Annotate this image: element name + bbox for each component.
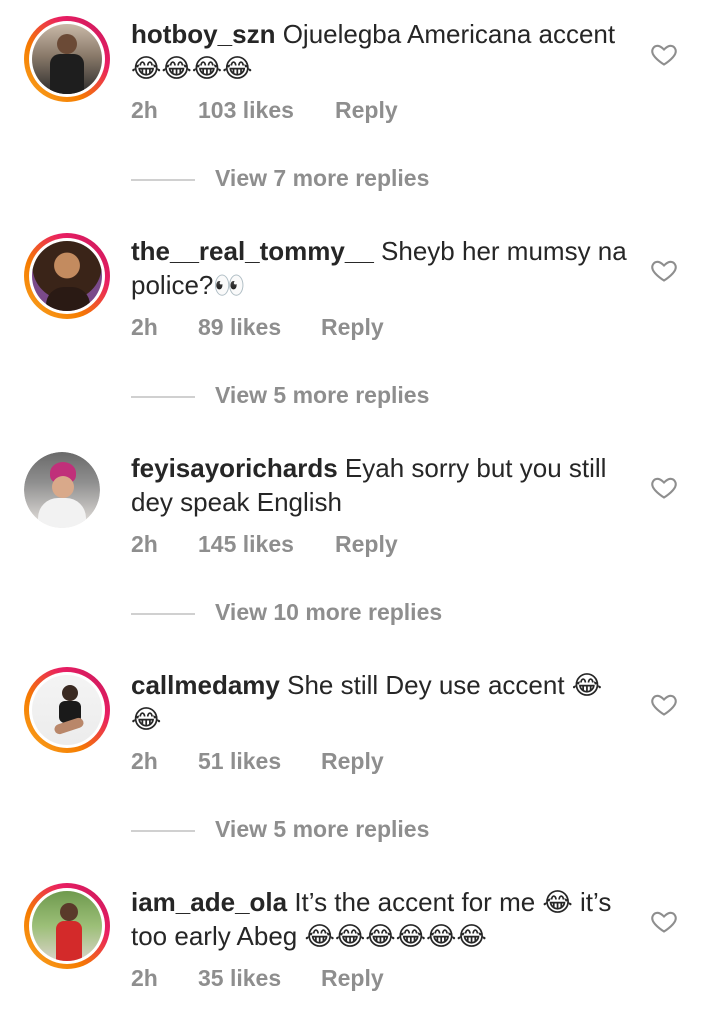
reply-button[interactable]: Reply: [335, 531, 398, 558]
username[interactable]: the__real_tommy__: [131, 236, 374, 266]
divider-line: [131, 830, 195, 832]
heart-outline-icon[interactable]: [650, 473, 678, 501]
likes-count[interactable]: 51 likes: [198, 748, 281, 775]
reply-button[interactable]: Reply: [321, 748, 384, 775]
avatar: [24, 452, 100, 528]
avatar-story-ring[interactable]: [24, 667, 110, 753]
avatar: [32, 891, 102, 961]
avatar-wrapper[interactable]: [24, 452, 110, 538]
heart-outline-icon[interactable]: [650, 907, 678, 935]
reply-button[interactable]: Reply: [335, 97, 398, 124]
username[interactable]: hotboy_szn: [131, 19, 275, 49]
heart-outline-icon[interactable]: [650, 256, 678, 284]
comment-time: 2h: [131, 314, 158, 340]
divider-line: [131, 179, 195, 181]
username[interactable]: iam_ade_ola: [131, 887, 287, 917]
reply-button[interactable]: Reply: [321, 314, 384, 341]
avatar: [32, 24, 102, 94]
avatar-story-ring[interactable]: [24, 233, 110, 319]
avatar-story-ring[interactable]: [24, 16, 110, 102]
avatar: [32, 241, 102, 311]
heart-outline-icon[interactable]: [650, 40, 678, 68]
username[interactable]: feyisayorichards: [131, 453, 338, 483]
username[interactable]: callmedamy: [131, 670, 280, 700]
comment-time: 2h: [131, 965, 158, 991]
likes-count[interactable]: 145 likes: [198, 531, 294, 558]
avatar: [32, 675, 102, 745]
heart-outline-icon[interactable]: [650, 690, 678, 718]
comment-time: 2h: [131, 97, 158, 123]
reply-button[interactable]: Reply: [321, 965, 384, 992]
divider-line: [131, 613, 195, 615]
likes-count[interactable]: 103 likes: [198, 97, 294, 124]
avatar-story-ring[interactable]: [24, 883, 110, 969]
comment-time: 2h: [131, 748, 158, 774]
divider-line: [131, 396, 195, 398]
likes-count[interactable]: 35 likes: [198, 965, 281, 992]
likes-count[interactable]: 89 likes: [198, 314, 281, 341]
comment-time: 2h: [131, 531, 158, 557]
